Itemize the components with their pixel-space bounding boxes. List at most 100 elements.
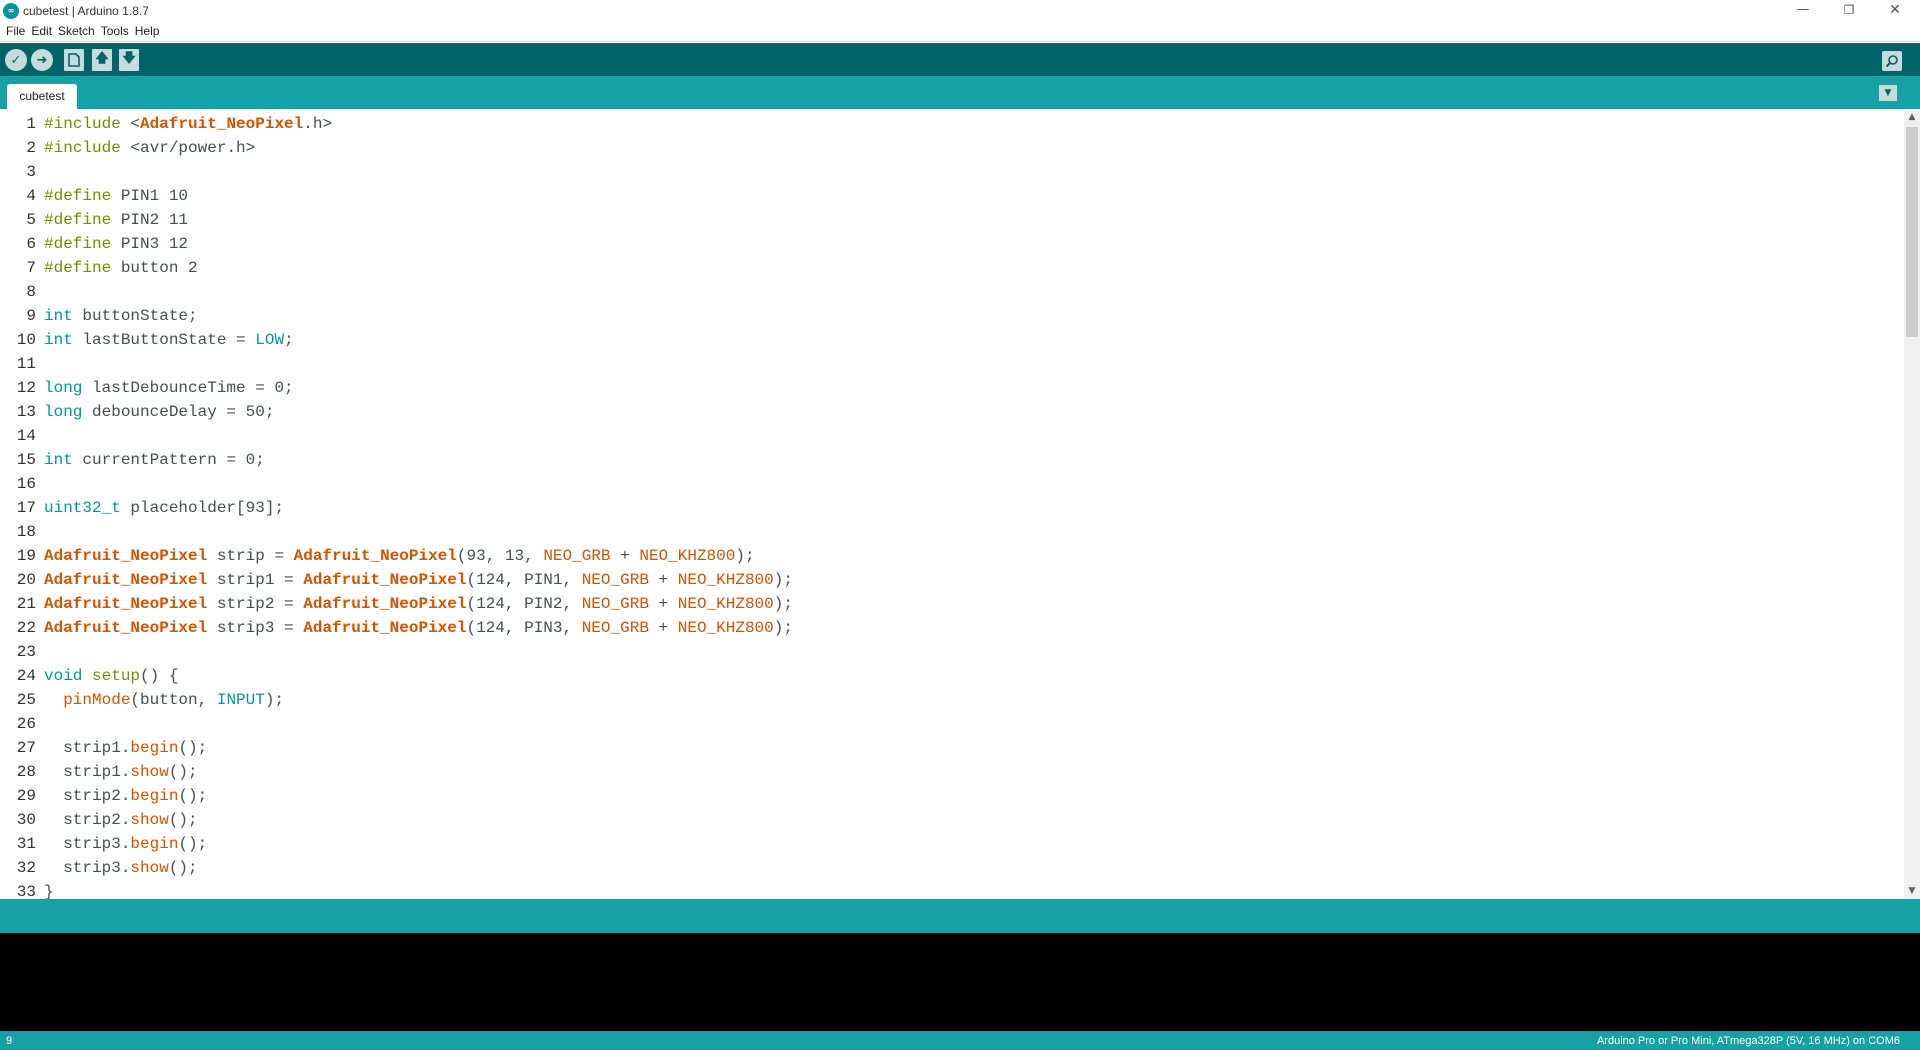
menu-help[interactable]: Help xyxy=(133,22,164,41)
line-number: 29 xyxy=(16,787,36,805)
line-number: 31 xyxy=(16,835,36,853)
code-token: show xyxy=(130,859,169,877)
code-token: } xyxy=(44,883,54,899)
line-number: 7 xyxy=(26,259,36,277)
code-token: () { xyxy=(140,667,179,685)
code-line: 24 void setup() { xyxy=(0,664,1900,688)
code-line: 6 #define PIN3 12 xyxy=(0,232,1900,256)
code-token: begin xyxy=(130,835,179,853)
code-editor[interactable]: 1 #include <Adafruit_NeoPixel.h> 2 #include… xyxy=(0,109,1920,899)
scroll-down-icon[interactable]: ▼ xyxy=(1904,883,1920,899)
code-token: lastButtonState = xyxy=(72,331,256,349)
code-line: 17 uint32_t placeholder[93]; xyxy=(0,496,1900,520)
menu-tools[interactable]: Tools xyxy=(99,22,133,41)
line-code: Adafruit_NeoPixel strip1 = Adafruit_NeoP… xyxy=(38,568,793,592)
line-code: int currentPattern = 0; xyxy=(38,448,265,472)
toolbar: ✓ ➜ 🡅 🡇 xyxy=(0,43,1920,76)
verify-button[interactable]: ✓ xyxy=(5,49,27,71)
code-token: Adafruit_NeoPixel xyxy=(44,547,208,565)
code-line: 1 #include <Adafruit_NeoPixel.h> xyxy=(0,112,1900,136)
code-line: 7 #define button 2 xyxy=(0,256,1900,280)
code-token: int xyxy=(44,307,73,325)
line-number: 2 xyxy=(26,139,36,157)
line-code: Adafruit_NeoPixel strip3 = Adafruit_NeoP… xyxy=(38,616,793,640)
line-number: 12 xyxy=(16,379,36,397)
code-token: strip2. xyxy=(44,811,131,829)
code-token: < xyxy=(130,115,141,133)
code-line: 9 int buttonState; xyxy=(0,304,1900,328)
code-token: strip1. xyxy=(44,739,131,757)
console-output[interactable] xyxy=(0,933,1920,1031)
code-token: show xyxy=(130,763,169,781)
line-code: long debounceDelay = 50; xyxy=(38,400,274,424)
new-sketch-button[interactable] xyxy=(64,49,84,71)
code-token: (); xyxy=(168,859,198,877)
scroll-thumb[interactable] xyxy=(1906,127,1918,337)
code-token: #define xyxy=(44,211,121,229)
arduino-logo-icon: ∞ xyxy=(3,3,19,19)
line-code: strip3.show(); xyxy=(38,856,198,880)
code-line: 11 xyxy=(0,352,1900,376)
code-token: NEO_GRB xyxy=(581,619,649,637)
line-number: 26 xyxy=(16,715,36,733)
code-token: placeholder[93]; xyxy=(120,499,285,517)
code-token: Adafruit_NeoPixel xyxy=(303,595,467,613)
code-token: void xyxy=(44,667,83,685)
code-token: PIN3 12 xyxy=(120,235,189,253)
code-token: (button, xyxy=(130,691,217,709)
tab-cubetest[interactable]: cubetest xyxy=(7,84,77,109)
code-token: strip = xyxy=(207,547,294,565)
code-token: + xyxy=(648,595,678,613)
code-token: Adafruit_NeoPixel xyxy=(303,619,467,637)
code-token: ); xyxy=(773,619,793,637)
code-token: NEO_KHZ800 xyxy=(677,619,774,637)
line-code: } xyxy=(38,880,54,899)
triangle-down-icon: ▼ xyxy=(1884,88,1892,98)
code-line: 29 strip2.begin(); xyxy=(0,784,1900,808)
code-line: 27 strip1.begin(); xyxy=(0,736,1900,760)
menu-edit[interactable]: Edit xyxy=(29,22,56,41)
line-code: #define PIN1 10 xyxy=(38,184,188,208)
line-number: 6 xyxy=(26,235,36,253)
code-token: PIN2 11 xyxy=(120,211,189,229)
line-number: 19 xyxy=(16,547,36,565)
code-line: 5 #define PIN2 11 xyxy=(0,208,1900,232)
open-button[interactable]: 🡅 xyxy=(92,49,112,71)
serial-monitor-button[interactable] xyxy=(1882,51,1902,71)
line-number: 9 xyxy=(26,307,36,325)
minimize-button[interactable]: — xyxy=(1780,0,1826,22)
code-token: begin xyxy=(130,739,179,757)
menu-sketch[interactable]: Sketch xyxy=(56,22,99,41)
vertical-scrollbar[interactable]: ▲ ▼ xyxy=(1904,109,1920,899)
code-token: LOW xyxy=(255,331,285,349)
check-icon: ✓ xyxy=(10,52,22,68)
menu-file[interactable]: File xyxy=(4,22,29,41)
menu-bar: File Edit Sketch Tools Help xyxy=(0,22,1920,42)
status-bar: 9 Arduino Pro or Pro Mini, ATmega328P (5… xyxy=(0,1031,1920,1050)
code-token: + xyxy=(610,547,640,565)
line-number: 28 xyxy=(16,763,36,781)
code-token: ); xyxy=(773,571,793,589)
maximize-button[interactable]: ❐ xyxy=(1826,0,1872,22)
code-token: (124, PIN2, xyxy=(466,595,582,613)
upload-button[interactable]: ➜ xyxy=(31,49,53,71)
arrow-right-icon: ➜ xyxy=(36,52,48,68)
code-line: 20 Adafruit_NeoPixel strip1 = Adafruit_Ne… xyxy=(0,568,1900,592)
code-token: strip1 = xyxy=(207,571,304,589)
code-token: PIN1 10 xyxy=(120,187,189,205)
code-token: #include xyxy=(44,115,131,133)
line-number: 17 xyxy=(16,499,36,517)
save-button[interactable]: 🡇 xyxy=(119,49,139,71)
line-number: 11 xyxy=(16,355,36,373)
code-line: 28 strip1.show(); xyxy=(0,760,1900,784)
close-button[interactable]: ✕ xyxy=(1872,0,1918,22)
tab-menu-button[interactable]: ▼ xyxy=(1879,85,1897,101)
line-number: 4 xyxy=(26,187,36,205)
code-token: ); xyxy=(773,595,793,613)
scroll-up-icon[interactable]: ▲ xyxy=(1904,109,1920,125)
line-number: 20 xyxy=(16,571,36,589)
